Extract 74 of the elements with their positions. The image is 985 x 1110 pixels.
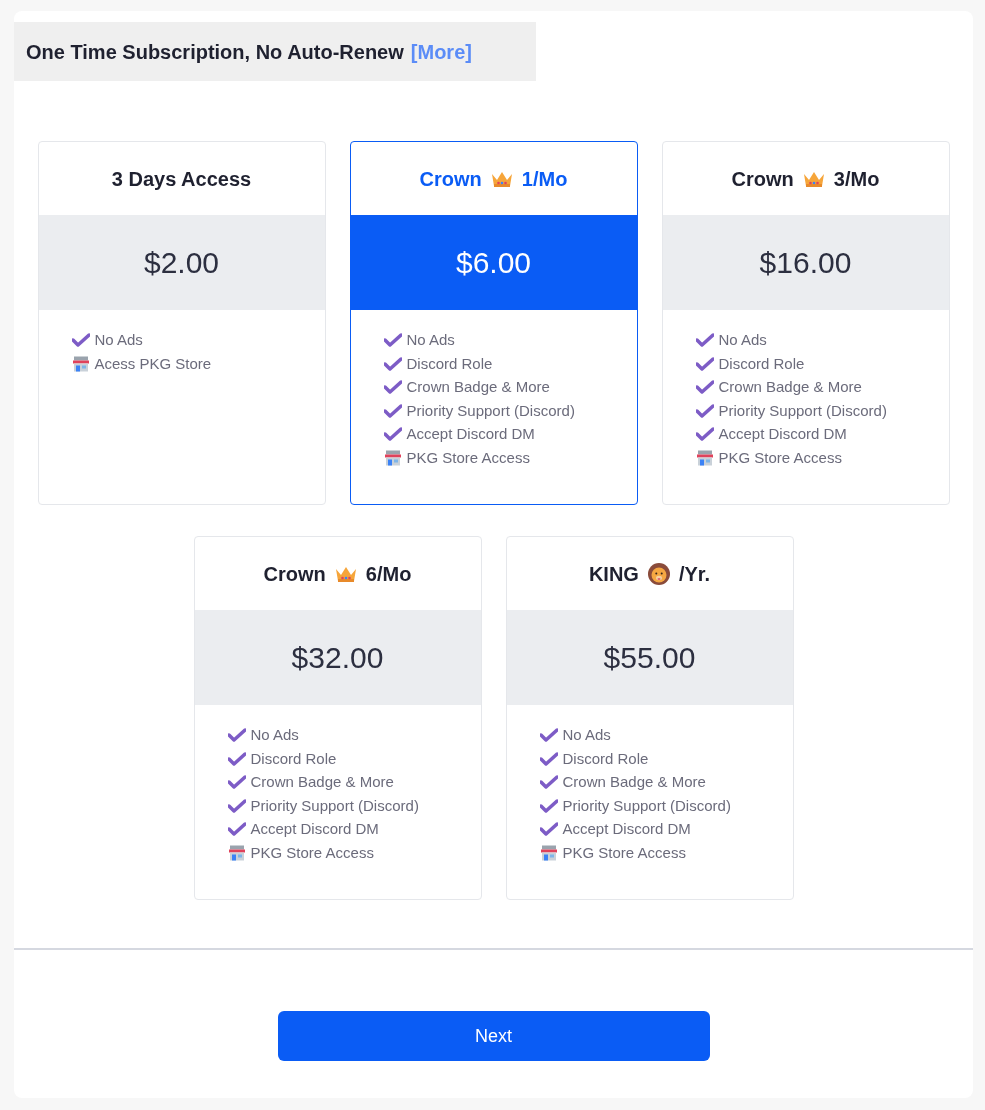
check-icon [71, 333, 90, 348]
check-icon [383, 333, 402, 348]
check-icon [539, 822, 558, 837]
store-icon [227, 844, 246, 861]
plan-price: $32.00 [291, 640, 384, 676]
plan-price: $6.00 [455, 245, 532, 281]
check-icon [227, 798, 246, 813]
feature-text: No Ads [406, 330, 455, 350]
feature-text: Discord Role [718, 353, 805, 374]
feature-text: No Ads [718, 330, 767, 350]
store-icon [695, 449, 714, 466]
feature-text: Priority Support (Discord) [406, 400, 575, 421]
check-icon [539, 775, 558, 790]
feature-text: Accept Discord DM [406, 424, 535, 444]
plan-price: $16.00 [759, 245, 852, 281]
check-icon [539, 728, 558, 743]
feature-text: No Ads [562, 725, 611, 745]
lion-icon [646, 561, 671, 586]
plan-name: Crown [731, 166, 794, 192]
check-icon [539, 798, 558, 813]
feature-text: Crown Badge & More [562, 772, 706, 792]
check-icon [539, 751, 558, 766]
feature-text: Discord Role [250, 748, 337, 769]
feature-text: Crown Badge & More [718, 377, 862, 397]
feature-text: Priority Support (Discord) [562, 795, 731, 816]
store-icon [383, 449, 402, 466]
feature-text: No Ads [94, 330, 143, 350]
check-icon [227, 822, 246, 837]
plan-name: KING [588, 561, 639, 587]
plan-card[interactable]: Crown 6/Mo $32.00 No Ads Discord Role Crown Badge & More Priority Support (Discord) Accept Discord DM PKG Store Access [193, 536, 482, 900]
plan-period: /Yr. [678, 561, 711, 587]
feature-text: Crown Badge & More [250, 772, 394, 792]
check-icon [383, 403, 402, 418]
check-icon [383, 427, 402, 442]
plan-name: Crown [419, 166, 482, 192]
feature-text: Priority Support (Discord) [718, 400, 887, 421]
feature-text: Accept Discord DM [250, 819, 379, 839]
feature-text: Priority Support (Discord) [250, 795, 419, 816]
feature-text: No Ads [250, 725, 299, 745]
check-icon [383, 356, 402, 371]
check-icon [227, 728, 246, 743]
check-icon [227, 775, 246, 790]
plan-period: 6/Mo [365, 561, 412, 587]
store-icon [71, 355, 90, 372]
plan-price: $2.00 [143, 245, 220, 281]
feature-text: PKG Store Access [718, 447, 842, 468]
plan-card[interactable]: Crown 1/Mo $6.00 No Ads Discord Role Crown Badge & More Priority Support (Discord) Accept Discord DM PKG Store Access [349, 141, 638, 505]
plan-card[interactable]: 3 Days Access $2.00 No Ads Acess PKG Store [37, 141, 326, 505]
check-icon [227, 751, 246, 766]
plan-name: Crown [263, 561, 326, 587]
feature-text: Crown Badge & More [406, 377, 550, 397]
feature-text: Accept Discord DM [562, 819, 691, 839]
feature-text: PKG Store Access [250, 842, 374, 863]
header-title: One Time Subscription, No Auto-Renew [26, 39, 404, 65]
feature-text: Discord Role [406, 353, 493, 374]
plan-card[interactable]: KING /Yr. $55.00 No Ads Discord Role Crown Badge & More Priority Support (Discord) Accept Discord DM PKG Store Access [505, 536, 794, 900]
check-icon [383, 380, 402, 395]
plan-period: 3/Mo [833, 166, 880, 192]
next-button[interactable]: Next [277, 1011, 710, 1061]
plan-period: 1/Mo [521, 166, 568, 192]
check-icon [695, 427, 714, 442]
feature-text: Acess PKG Store [94, 353, 212, 374]
feature-text: Accept Discord DM [718, 424, 847, 444]
store-icon [539, 844, 558, 861]
check-icon [695, 403, 714, 418]
plan-card[interactable]: Crown 3/Mo $16.00 No Ads Discord Role Crown Badge & More Priority Support (Discord) Accept Discord DM PKG Store Access [661, 141, 950, 505]
check-icon [695, 380, 714, 395]
feature-text: PKG Store Access [562, 842, 686, 863]
check-icon [695, 333, 714, 348]
plan-name: 3 Days Access [111, 166, 252, 192]
feature-text: Discord Role [562, 748, 649, 769]
plan-price: $55.00 [603, 640, 696, 676]
feature-text: PKG Store Access [406, 447, 530, 468]
check-icon [695, 356, 714, 371]
